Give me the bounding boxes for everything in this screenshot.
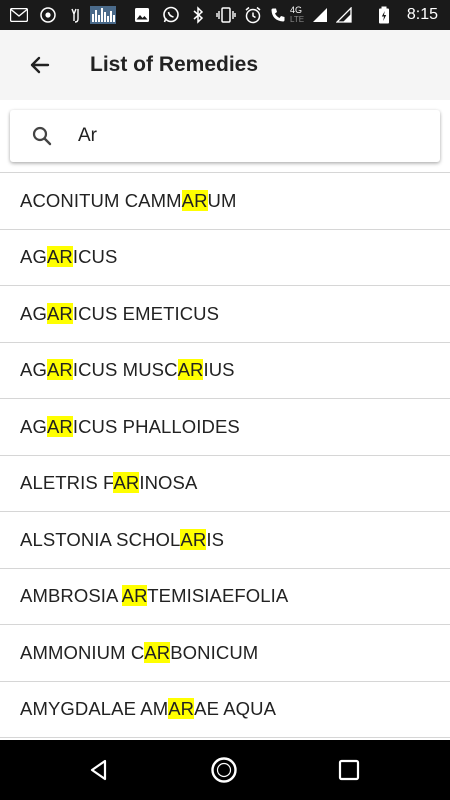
remedy-name: AMBROSIA ARTEMISIAEFOLIA bbox=[20, 585, 289, 607]
system-nav-bar bbox=[0, 740, 450, 800]
app-bar: List of Remedies bbox=[0, 30, 450, 100]
signal-icon bbox=[312, 6, 328, 24]
search-bar bbox=[10, 110, 440, 162]
remedy-name: AGARICUS PHALLOIDES bbox=[20, 415, 240, 437]
search-match-highlight: AR bbox=[177, 359, 204, 381]
remedy-name: AMYGDALAE AMARAE AQUA bbox=[20, 698, 277, 720]
whatsapp-icon bbox=[162, 6, 180, 24]
list-item[interactable]: AGARICUS bbox=[0, 230, 450, 286]
list-item[interactable]: AGARICUS PHALLOIDES bbox=[0, 399, 450, 456]
equalizer-icon bbox=[90, 6, 116, 24]
recents-square-icon bbox=[338, 759, 360, 781]
list-item[interactable]: AGARICUS MUSCARIUS bbox=[0, 343, 450, 399]
nav-home-button[interactable] bbox=[209, 755, 239, 785]
remedy-name: ALETRIS FARINOSA bbox=[20, 472, 198, 494]
network-type-label: 4G bbox=[290, 5, 303, 15]
back-triangle-icon bbox=[87, 758, 111, 782]
remedy-name: AGARICUS MUSCARIUS bbox=[20, 359, 235, 381]
list-item[interactable]: ACONITUM CAMMARUM bbox=[0, 173, 450, 230]
gmail-icon bbox=[10, 6, 28, 24]
list-item[interactable]: AMYGDALAE AMARAE AQUA bbox=[0, 682, 450, 738]
list-item[interactable]: AMMONIUM CARBONICUM bbox=[0, 625, 450, 682]
list-item[interactable]: ALETRIS FARINOSA bbox=[0, 456, 450, 512]
remedy-name: AGARICUS EMETICUS bbox=[20, 302, 220, 324]
vibrate-icon bbox=[216, 6, 236, 24]
arrow-left-icon bbox=[28, 53, 52, 77]
phone-call-icon bbox=[270, 6, 286, 24]
search-match-highlight: AR bbox=[168, 698, 195, 720]
bluetooth-icon bbox=[192, 6, 204, 24]
back-button[interactable] bbox=[20, 50, 60, 80]
search-match-highlight: AR bbox=[46, 415, 73, 437]
page-title: List of Remedies bbox=[90, 53, 259, 76]
nav-recents-button[interactable] bbox=[334, 755, 364, 785]
search-match-highlight: AR bbox=[46, 359, 73, 381]
search-match-highlight: AR bbox=[121, 585, 148, 607]
list-item[interactable]: ALSTONIA SCHOLARIS bbox=[0, 512, 450, 569]
remedy-name: ALSTONIA SCHOLARIS bbox=[20, 528, 225, 550]
search-match-highlight: AR bbox=[46, 302, 73, 324]
status-time: 8:15 bbox=[406, 6, 438, 23]
list-item[interactable]: AMBROSIA ARTEMISIAEFOLIA bbox=[0, 569, 450, 625]
yj-icon bbox=[68, 6, 82, 24]
lte-icon: 4G LTE bbox=[290, 5, 305, 25]
remedy-list: ACONITUM CAMMARUM AGARICUS AGARICUS EMET… bbox=[0, 173, 450, 740]
alarm-icon bbox=[244, 6, 262, 24]
search-icon[interactable] bbox=[30, 124, 54, 148]
nav-back-button[interactable] bbox=[84, 755, 114, 785]
search-input[interactable] bbox=[78, 120, 418, 152]
battery-charging-icon bbox=[378, 6, 390, 24]
list-item[interactable]: AGARICUS EMETICUS bbox=[0, 286, 450, 343]
signal-icon bbox=[336, 6, 352, 24]
image-icon bbox=[134, 6, 150, 24]
status-bar: 4G LTE 8:15 bbox=[0, 0, 450, 30]
home-circle-icon bbox=[210, 756, 238, 784]
chrome-icon bbox=[40, 6, 56, 24]
search-match-highlight: AR bbox=[46, 246, 73, 268]
remedy-name: AGARICUS bbox=[20, 246, 118, 268]
search-match-highlight: AR bbox=[113, 472, 140, 494]
remedy-name: AMMONIUM CARBONICUM bbox=[20, 641, 259, 663]
search-match-highlight: AR bbox=[181, 189, 208, 211]
search-match-highlight: AR bbox=[144, 641, 171, 663]
search-match-highlight: AR bbox=[180, 528, 207, 550]
remedy-name: ACONITUM CAMMARUM bbox=[20, 189, 237, 211]
